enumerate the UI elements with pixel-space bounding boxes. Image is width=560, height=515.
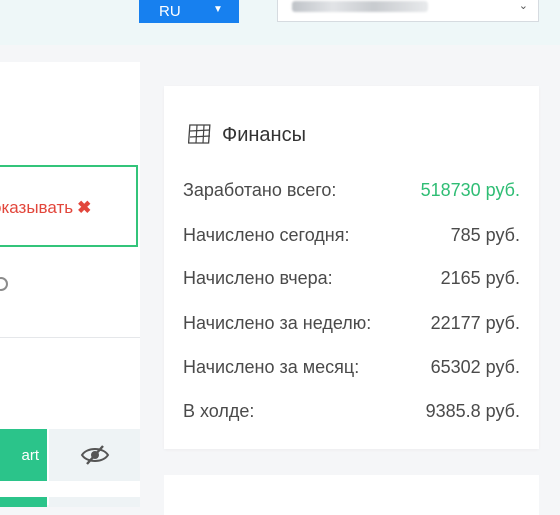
finance-row-label: Начислено за неделю: [183,312,372,333]
start-button-2[interactable] [0,497,47,507]
finance-row-yesterday: Начислено вчера: 2165 руб. [183,266,520,290]
finance-row-month: Начислено за месяц: 65302 руб. [183,355,520,379]
top-bar: RU ▼ ⌄ [0,0,560,45]
language-label: RU [159,3,181,20]
finance-row-label: Начислено за месяц: [183,356,360,377]
finance-row-label: Заработано всего: [183,179,337,200]
finance-row-label: Начислено сегодня: [183,224,350,245]
hide-visibility-button[interactable] [49,429,140,481]
finance-row-value: 22177 руб. [430,312,520,333]
finance-row-value: 785 руб. [450,224,520,245]
finance-row-value: 9385.8 руб. [425,400,520,421]
table-icon [188,124,211,144]
account-select-value [292,1,428,12]
eye-slash-icon [80,445,109,465]
finance-card-title: Финансы [222,123,306,146]
finance-row-today: Начислено сегодня: 785 руб. [183,223,520,247]
divider [0,337,140,338]
finance-row-earned-total: Заработано всего: 518730 руб. [183,178,520,202]
finance-card: Финансы Заработано всего: 518730 руб. На… [164,86,539,449]
language-dropdown-button[interactable]: RU ▼ [139,0,239,23]
finance-card-header: Финансы [188,123,306,147]
caret-down-icon: ▼ [213,4,223,15]
next-card [164,475,539,515]
hide-toggle-button[interactable]: оказывать ✖ [0,165,138,247]
finance-row-value: 518730 руб. [420,179,520,200]
info-circle-icon[interactable] [0,277,8,291]
start-button-label: art [21,446,39,464]
finance-row-week: Начислено за неделю: 22177 руб. [183,311,520,335]
finance-row-hold: В холде: 9385.8 руб. [183,399,520,423]
left-panel: оказывать ✖ art [0,62,140,507]
hide-visibility-button-2[interactable] [49,497,140,507]
finance-row-value: 65302 руб. [430,356,520,377]
hide-toggle-label: оказывать ✖ [0,198,92,217]
close-icon: ✖ [77,198,92,217]
chevron-down-icon: ⌄ [518,0,528,12]
start-button[interactable]: art [0,429,47,481]
finance-row-label: Начислено вчера: [183,267,333,288]
finance-row-label: В холде: [183,400,255,421]
account-select[interactable]: ⌄ [277,0,539,22]
finance-row-value: 2165 руб. [440,267,520,288]
